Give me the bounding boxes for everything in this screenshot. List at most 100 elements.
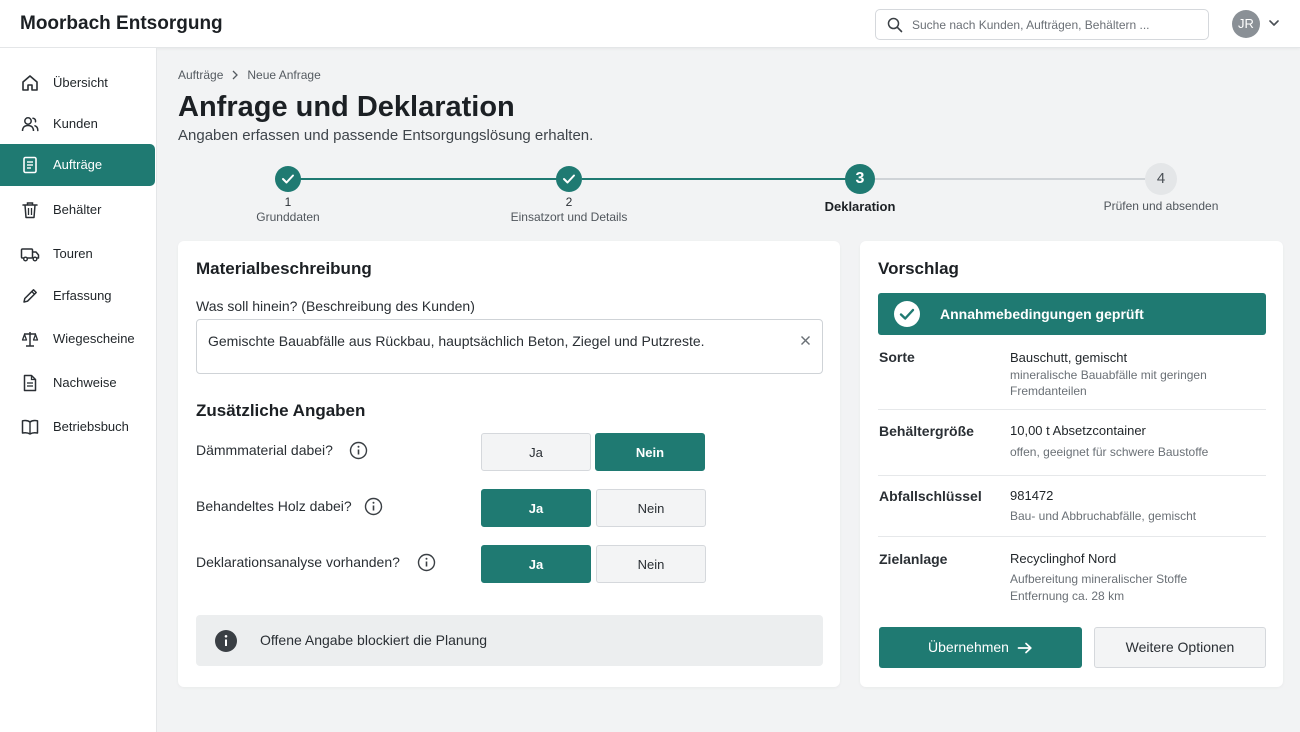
search-box[interactable] — [875, 9, 1209, 40]
sidebar-item-wiegescheine[interactable]: Wiegescheine — [0, 318, 155, 360]
sidebar-item-label: Nachweise — [53, 375, 117, 390]
blocking-alert: Offene Angabe blockiert die Planung — [196, 615, 823, 666]
behandeltes-holz-yes-button[interactable]: Ja — [481, 489, 591, 527]
step-1-label: Grunddaten — [256, 210, 320, 224]
sidebar-item-label: Aufträge — [53, 157, 103, 172]
proposal-key: Abfallschlüssel — [879, 488, 982, 504]
document-icon — [23, 156, 37, 174]
proposal-row-sorte: Sorte Bauschutt, gemischt mineralische B… — [878, 341, 1266, 410]
page-subtitle: Angaben erfassen und passende Entsorgung… — [178, 127, 594, 144]
truck-icon — [20, 248, 40, 262]
step-2-label: Einsatzort und Details — [510, 210, 628, 224]
alert-text: Offene Angabe blockiert die Planung — [260, 632, 488, 648]
proposal-value: Bauschutt, gemischt — [1010, 350, 1128, 365]
proposal-sub: mineralische Bauabfälle mit geringen Fre… — [1010, 368, 1207, 398]
step-3-label: Deklaration — [824, 199, 896, 214]
chevron-down-icon[interactable] — [1267, 16, 1281, 30]
sidebar-item-label: Betriebsbuch — [53, 419, 129, 434]
status-text: Annahmebedingungen geprüft — [940, 306, 1144, 322]
breadcrumb-link-auftraege[interactable]: Aufträge — [178, 68, 223, 82]
sidebar-item-behaelter[interactable]: Behälter — [0, 189, 155, 231]
step-1-circle[interactable] — [275, 166, 301, 192]
sidebar-item-touren[interactable]: Touren — [0, 233, 155, 275]
step-4-label: Prüfen und absenden — [1103, 199, 1219, 213]
sidebar-item-nachweise[interactable]: Nachweise — [0, 362, 155, 404]
avatar[interactable]: JR — [1232, 10, 1260, 38]
proposal-value: 981472 — [1010, 488, 1054, 503]
search-input[interactable] — [912, 15, 1202, 35]
sidebar-item-label: Erfassung — [53, 288, 112, 303]
arrow-right-icon — [1017, 642, 1032, 654]
accept-button-label: Übernehmen — [928, 639, 1009, 655]
check-icon — [563, 174, 575, 184]
book-icon — [21, 419, 39, 435]
proposal-card: Vorschlag Annahmebedingungen geprüft Sor… — [860, 241, 1283, 687]
proposal-sub: offen, geeignet für schwere Baustoffe — [1010, 445, 1209, 459]
deklarationsanalyse-yes-button[interactable]: Ja — [481, 545, 591, 583]
step-4-circle[interactable]: 4 — [1145, 163, 1177, 195]
chevron-right-icon — [232, 70, 239, 80]
description-text: Gemischte Bauabfälle aus Rückbau, haupts… — [208, 333, 705, 349]
sidebar-item-kunden[interactable]: Kunden — [0, 103, 155, 145]
proposal-sub: Bau- und Abbruchabfälle, gemischt — [1010, 509, 1197, 523]
info-icon[interactable] — [364, 497, 383, 516]
material-heading: Materialbeschreibung — [196, 259, 372, 278]
info-icon[interactable] — [417, 553, 436, 572]
app-title: Moorbach Entsorgung — [20, 13, 223, 34]
step-1-number: 1 — [284, 195, 292, 209]
sidebar-item-label: Kunden — [53, 116, 98, 131]
more-options-button[interactable]: Weitere Optionen — [1094, 627, 1266, 668]
sidebar-item-auftraege[interactable]: Aufträge — [0, 144, 155, 186]
step-2-number: 2 — [565, 195, 573, 209]
sidebar-item-uebersicht[interactable]: Übersicht — [0, 62, 155, 104]
step-2-circle[interactable] — [556, 166, 582, 192]
search-icon — [887, 17, 903, 33]
breadcrumb-current: Neue Anfrage — [247, 67, 321, 82]
stepper-connector — [300, 178, 558, 180]
scale-icon — [21, 332, 39, 347]
proposal-row-abfallschluessel: Abfallschlüssel 981472 Bau- und Abbrucha… — [878, 476, 1266, 537]
trash-icon — [22, 202, 38, 219]
question-deklarationsanalyse: Deklarationsanalyse vorhanden? — [196, 554, 400, 570]
sidebar: Übersicht Kunden Aufträge Behälter Toure… — [0, 48, 157, 732]
daemmmaterial-no-button[interactable]: Nein — [595, 433, 705, 471]
top-bar: Moorbach Entsorgung JR — [0, 0, 1300, 48]
check-circle-icon — [894, 301, 920, 327]
behandeltes-holz-no-button[interactable]: Nein — [596, 489, 706, 527]
page-title: Anfrage und Deklaration — [178, 91, 515, 123]
pencil-icon — [23, 289, 37, 303]
proposal-sub: Aufbereitung mineralischer Stoffe Entfer… — [1010, 572, 1188, 603]
description-textarea[interactable]: Gemischte Bauabfälle aus Rückbau, haupts… — [196, 319, 823, 374]
proposal-key: Sorte — [879, 349, 915, 365]
users-icon — [21, 117, 39, 132]
check-icon — [282, 174, 294, 184]
file-icon — [23, 374, 37, 392]
proposal-row-behaeltergroesse: Behältergröße 10,00 t Absetzcontainer of… — [878, 410, 1266, 476]
deklarationsanalyse-no-button[interactable]: Nein — [596, 545, 706, 583]
proposal-key: Zielanlage — [879, 551, 948, 567]
question-behandeltes-holz: Behandeltes Holz dabei? — [196, 498, 352, 514]
daemmmaterial-yes-button[interactable]: Ja — [481, 433, 591, 471]
proposal-value: 10,00 t Absetzcontainer — [1010, 423, 1146, 438]
step-3-circle[interactable]: 3 — [845, 164, 875, 194]
stepper-connector — [875, 178, 1145, 180]
info-filled-icon — [215, 630, 237, 652]
info-icon[interactable] — [349, 441, 368, 460]
proposal-value: Recyclinghof Nord — [1010, 551, 1117, 566]
home-icon — [22, 75, 38, 91]
description-label: Was soll hinein? (Beschreibung des Kunde… — [196, 298, 475, 314]
proposal-heading: Vorschlag — [878, 259, 959, 278]
question-daemmmaterial: Dämmmaterial dabei? — [196, 442, 333, 458]
stepper-connector — [582, 178, 846, 180]
sidebar-item-label: Touren — [53, 246, 93, 261]
material-card: Materialbeschreibung Was soll hinein? (B… — [178, 241, 840, 687]
sidebar-item-erfassung[interactable]: Erfassung — [0, 275, 155, 317]
accept-button[interactable]: Übernehmen — [879, 627, 1082, 668]
status-banner: Annahmebedingungen geprüft — [878, 293, 1266, 335]
sidebar-item-betriebsbuch[interactable]: Betriebsbuch — [0, 406, 155, 448]
close-icon[interactable] — [800, 335, 811, 346]
sidebar-item-label: Übersicht — [53, 75, 108, 90]
breadcrumb: Aufträge Neue Anfrage — [178, 67, 321, 82]
sidebar-item-label: Behälter — [53, 202, 102, 217]
additional-heading: Zusätzliche Angaben — [196, 401, 366, 420]
